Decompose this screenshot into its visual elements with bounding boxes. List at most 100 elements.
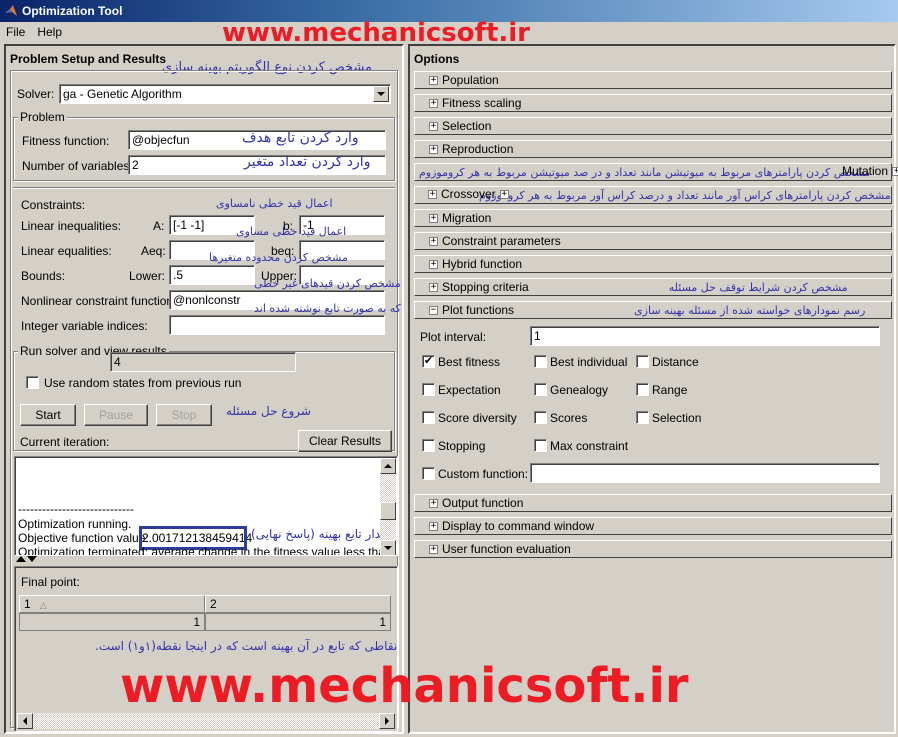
lin-eq-note: اعمال قید خطی مساوی [236, 225, 347, 238]
dropdown-arrow-icon[interactable] [373, 86, 389, 102]
expectation-label: Expectation [438, 383, 501, 397]
problem-group-label: Problem [18, 110, 67, 124]
scroll-right-icon[interactable] [379, 713, 395, 729]
custom-function-input[interactable] [530, 463, 880, 483]
A-label: A: [153, 219, 165, 233]
section-plot-functions[interactable]: − Plot functions رسم نمودارهای خواسته شده … [414, 301, 892, 319]
log-running: Optimization running. [18, 517, 132, 531]
problem-group: Problem Fitness function: @objecfun وارد… [13, 110, 395, 181]
expand-plus-icon: + [429, 143, 438, 154]
log-separator: ----------------------------- [18, 502, 134, 516]
section-constraint-parameters[interactable]: + Constraint parameters [414, 232, 892, 250]
fitness-label: Fitness function: [22, 134, 110, 148]
lin-ineq-note: اعمال قید خطی نامساوی [216, 197, 333, 210]
fitness-note: وارد کردن تابع هدف [242, 130, 359, 146]
nvars-label: Number of variables: [22, 159, 133, 173]
expand-plus-icon: + [429, 281, 438, 292]
section-mutation[interactable]: مشخص کردن پارامترهای مربوط به میوتیشن ما… [414, 163, 892, 181]
scores-checkbox[interactable] [534, 411, 547, 424]
lower-label: Lower: [129, 269, 166, 283]
expand-plus-icon: + [429, 97, 438, 108]
scores-label: Scores [550, 411, 588, 425]
splitter-arrows-icon[interactable] [16, 556, 37, 562]
scroll-left-icon[interactable] [17, 713, 33, 729]
max-constraint-label: Max constraint [550, 439, 629, 453]
section-stopping-criteria[interactable]: + Stopping criteria مشخص کردن شرایط توقف ح… [414, 278, 892, 296]
output-log[interactable]: ----------------------------- Optimizati… [14, 456, 398, 556]
collapse-minus-icon: − [429, 304, 438, 315]
objective-note: مقدار تابع بهینه (پاسخ نهایی) [251, 527, 394, 541]
final-point-hscrollbar[interactable] [17, 713, 395, 729]
best-individual-checkbox[interactable] [534, 355, 547, 368]
expand-plus-icon: + [429, 258, 438, 269]
random-states-checkbox[interactable] [26, 376, 39, 389]
crossover-title: + Crossover + [428, 187, 509, 201]
menu-help[interactable]: Help [37, 25, 62, 39]
pause-button[interactable]: Pause [84, 404, 148, 426]
iteration-value: 4 [110, 352, 296, 372]
bounds-note: مشخص کردن محدوده متغیرها [209, 251, 348, 264]
log-terminated: Optimization terminated: average change … [18, 545, 392, 556]
window-title: Optimization Tool [22, 4, 123, 18]
best-fitness-checkbox[interactable]: ✔ [422, 355, 435, 368]
section-reproduction[interactable]: + Reproduction [414, 140, 892, 158]
scroll-down-icon[interactable] [380, 540, 396, 555]
selection-label: Selection [652, 411, 702, 425]
score-diversity-checkbox[interactable] [422, 411, 435, 424]
genealogy-checkbox[interactable] [534, 383, 547, 396]
options-title: Options [414, 52, 460, 66]
section-fitness-scaling[interactable]: + Fitness scaling [414, 94, 892, 112]
distance-checkbox[interactable] [636, 355, 649, 368]
clear-results-button[interactable]: Clear Results [298, 430, 392, 452]
genealogy-label: Genealogy [550, 383, 609, 397]
scroll-thumb[interactable] [380, 502, 396, 520]
section-hybrid-function[interactable]: + Hybrid function [414, 255, 892, 273]
run-group: Run solver and view results Use random s… [13, 344, 395, 452]
section-migration[interactable]: + Migration [414, 209, 892, 227]
expand-plus-icon: + [429, 543, 438, 554]
stopping-checkbox[interactable] [422, 439, 435, 452]
start-button[interactable]: Start [20, 404, 76, 426]
custom-function-checkbox[interactable] [422, 467, 435, 480]
column-header-2[interactable]: 2 [205, 595, 391, 613]
final-point-cell-1: 1 [19, 613, 205, 631]
column-header-1[interactable]: 1 △ [19, 595, 205, 613]
stop-button[interactable]: Stop [156, 404, 212, 426]
expand-plus-icon: + [429, 235, 438, 246]
expand-plus-icon: + [892, 166, 898, 176]
section-display-command-window[interactable]: + Display to command window [414, 517, 892, 535]
solver-select[interactable]: ga - Genetic Algorithm [59, 84, 391, 104]
lin-ineq-label: Linear inequalities: [21, 219, 122, 233]
log-scrollbar[interactable] [380, 458, 396, 555]
plot-interval-label: Plot interval: [420, 330, 487, 344]
menu-file[interactable]: File [6, 25, 25, 39]
range-label: Range [652, 383, 688, 397]
constraints-title: Constraints: [21, 198, 86, 212]
log-objective-label: Objective function value: [18, 531, 149, 545]
section-population[interactable]: + Population [414, 71, 892, 89]
expand-plus-icon: + [429, 212, 438, 223]
max-constraint-checkbox[interactable] [534, 439, 547, 452]
solver-label: Solver: [17, 87, 55, 101]
scroll-up-icon[interactable] [380, 458, 396, 474]
nonlin-label: Nonlinear constraint function: [21, 294, 177, 308]
range-checkbox[interactable] [636, 383, 649, 396]
plot-interval-input[interactable]: 1 [530, 326, 880, 346]
final-point-cell-2: 1 [205, 613, 391, 631]
section-user-function-evaluation[interactable]: + User function evaluation [414, 540, 892, 558]
section-output-function[interactable]: + Output function [414, 494, 892, 512]
section-selection[interactable]: + Selection [414, 117, 892, 135]
divider [13, 187, 395, 189]
random-states-label: Use random states from previous run [44, 376, 242, 390]
lower-bound-input[interactable]: .5 [169, 265, 255, 285]
expectation-checkbox[interactable] [422, 383, 435, 396]
Aeq-label: Aeq: [141, 244, 166, 258]
solver-value: ga - Genetic Algorithm [63, 87, 182, 101]
nonlin-note-1: مشخص کردن قیدهای غیر خطی [254, 277, 401, 290]
stopping-label: Stopping [438, 439, 486, 453]
problem-setup-panel: Problem Setup and Results مشخص کردن نوع … [4, 44, 404, 734]
iteration-label: Current iteration: [20, 435, 110, 449]
selection-checkbox[interactable] [636, 411, 649, 424]
matlab-logo-icon [5, 5, 17, 16]
intcon-input[interactable] [169, 315, 385, 335]
